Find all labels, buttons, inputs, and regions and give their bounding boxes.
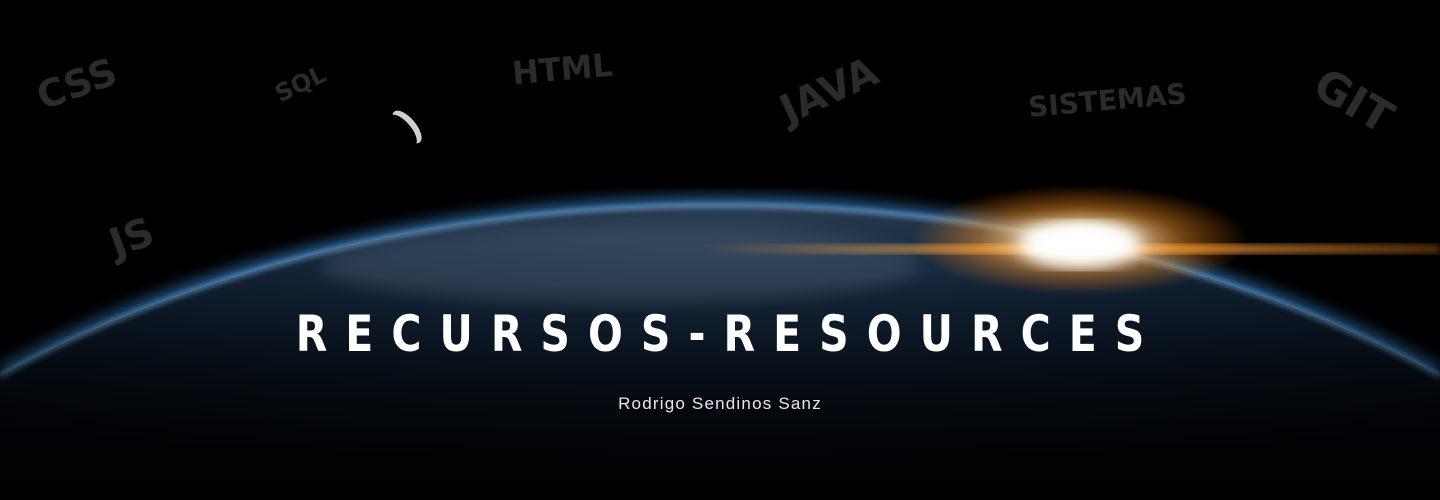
banner: CSS SQL HTML JAVA SISTEMAS GIT JS RECURS… [0, 0, 1440, 500]
banner-title: RECURSOS-RESOURCES [295, 305, 1163, 363]
earth-illustration [0, 0, 1440, 500]
banner-subtitle: Rodrigo Sendinos Sanz [618, 394, 822, 413]
